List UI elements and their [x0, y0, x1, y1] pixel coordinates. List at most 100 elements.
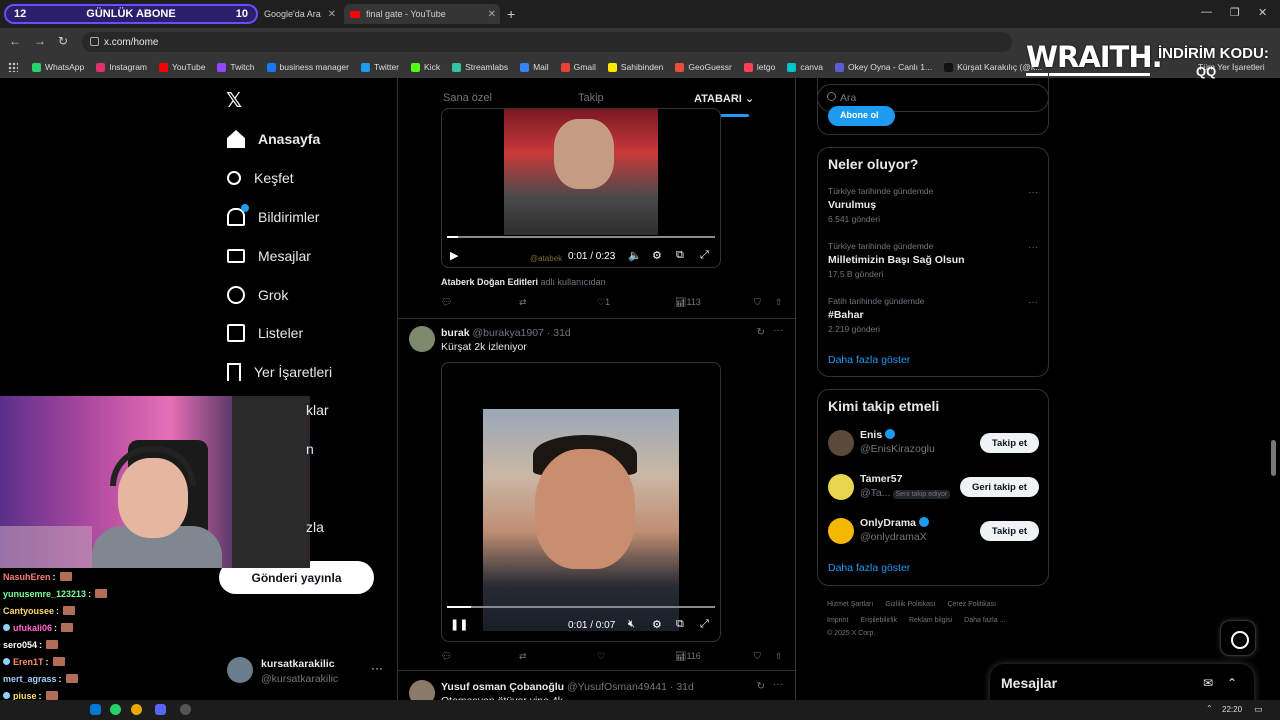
video-progress-bar[interactable]	[447, 236, 715, 238]
notification-icon[interactable]: ▭	[1254, 704, 1263, 715]
share-icon[interactable]: ⇧	[775, 651, 783, 662]
views-button[interactable]: 📊︎ 116	[675, 651, 701, 662]
bookmark-item[interactable]: Instagram	[96, 62, 147, 72]
nav-partial-label[interactable]: n	[306, 441, 314, 457]
attribution-name[interactable]: Ataberk Doğan Editleri	[441, 277, 538, 287]
mute-icon[interactable]: 🔇︎	[628, 618, 635, 631]
more-icon[interactable]: ···	[371, 661, 383, 675]
reload-icon[interactable]: ↻	[58, 34, 68, 48]
follow-button[interactable]: Takip et	[980, 433, 1039, 453]
grok-icon[interactable]: ↻	[757, 681, 765, 692]
video-progress-bar[interactable]	[447, 606, 715, 608]
minimize-icon[interactable]: —	[1201, 6, 1212, 18]
bookmark-item[interactable]: Sahibinden	[607, 62, 663, 72]
bookmark-item[interactable]: Streamlabs	[452, 62, 508, 72]
bookmark-item[interactable]: WhatsApp	[32, 62, 84, 72]
bookmark-item[interactable]: GeoGuessr	[675, 62, 732, 72]
pip-icon[interactable]: ⧉	[676, 618, 684, 631]
subscribe-button[interactable]: Abone ol	[828, 106, 895, 126]
new-tab-icon[interactable]: +	[507, 6, 515, 22]
windows-icon[interactable]	[90, 704, 101, 715]
pause-icon[interactable]: ❚❚	[450, 618, 468, 631]
bookmark-item[interactable]: letgo	[743, 62, 775, 72]
more-icon[interactable]: ···	[1028, 187, 1038, 198]
post-time[interactable]: · 31d	[670, 681, 694, 693]
nav-item-0[interactable]: Anasayfa	[227, 127, 320, 151]
bookmark-item[interactable]: Twitter	[360, 62, 399, 72]
forward-icon[interactable]: →	[34, 34, 46, 48]
fullscreen-icon[interactable]: ⤢	[700, 249, 709, 262]
repost-icon[interactable]: ⇄	[519, 297, 527, 308]
bookmark-icon[interactable]: ⛉	[754, 651, 761, 662]
author-handle[interactable]: @YusufOsman49441	[567, 681, 667, 693]
more-icon[interactable]: ···	[1028, 297, 1038, 308]
back-icon[interactable]: ←	[9, 34, 21, 48]
expand-icon[interactable]: ⌃	[1227, 676, 1237, 690]
share-icon[interactable]: ⇧	[775, 297, 783, 308]
footer-link[interactable]: Daha fazla ...	[964, 617, 1005, 624]
scrollbar[interactable]	[1271, 440, 1276, 476]
bookmark-item[interactable]: Okey Oyna - Canlı 1...	[835, 62, 932, 72]
nav-item-6[interactable]: Yer İşaretleri	[227, 360, 332, 384]
url-input[interactable]: x.com/home	[82, 32, 1012, 52]
close-icon[interactable]: ✕	[488, 9, 496, 20]
bookmark-icon[interactable]: ⛉	[754, 297, 761, 308]
bookmark-item[interactable]: canva	[787, 62, 823, 72]
trends-show-more[interactable]: Daha fazla göster	[828, 354, 910, 366]
footer-link[interactable]: Erişilebilirlik	[860, 617, 897, 624]
footer-link[interactable]: Hizmet Şartları	[827, 601, 873, 608]
whatsapp-icon[interactable]	[110, 704, 121, 715]
tab-youtube[interactable]: final gate - YouTube ✕	[344, 4, 500, 24]
bookmark-item[interactable]: business manager	[266, 62, 349, 72]
more-icon[interactable]: ···	[773, 325, 783, 336]
volume-icon[interactable]: 🔈	[628, 249, 642, 262]
repost-icon[interactable]: ⇄	[519, 651, 527, 662]
fullscreen-icon[interactable]: ⤢	[700, 618, 709, 631]
follow-button[interactable]: Takip et	[980, 521, 1039, 541]
author-name[interactable]: burak	[441, 327, 470, 339]
reply-icon[interactable]: 💬︎	[441, 297, 452, 308]
tab-following[interactable]: Takip	[578, 92, 604, 104]
nav-item-5[interactable]: Listeler	[227, 321, 303, 345]
settings-icon[interactable]: ⚙	[652, 249, 662, 262]
reply-icon[interactable]: 💬︎	[441, 651, 452, 662]
video-player[interactable]: ▶ @atabek 0:01 / 0:23 🔈 ⚙ ⧉ ⤢	[441, 108, 721, 268]
discord-icon[interactable]	[155, 704, 166, 715]
video-player[interactable]: ❚❚ 0:01 / 0:07 🔇︎ ⚙ ⧉ ⤢	[441, 362, 721, 642]
tray-chevron-icon[interactable]: ⌃	[1206, 704, 1213, 713]
pip-icon[interactable]: ⧉	[676, 249, 684, 262]
author-name[interactable]: Yusuf osman Çobanoğlu	[441, 681, 564, 693]
wtf-show-more[interactable]: Daha fazla göster	[828, 562, 910, 574]
more-icon[interactable]: ···	[773, 679, 783, 690]
footer-link[interactable]: Imprint	[827, 617, 848, 624]
author-handle[interactable]: @burakya1907	[473, 327, 544, 339]
footer-link[interactable]: Reklam bilgisi	[909, 617, 952, 624]
like-button[interactable]: ♡ 1	[597, 297, 610, 308]
restore-icon[interactable]: ❐	[1230, 6, 1240, 19]
bookmark-item[interactable]: Gmail	[560, 62, 596, 72]
views-button[interactable]: 📊︎ 113	[675, 297, 701, 308]
play-icon[interactable]: ▶	[450, 249, 458, 262]
grok-icon[interactable]: ↻	[757, 327, 765, 338]
follow-button[interactable]: Geri takip et	[960, 477, 1039, 497]
nav-item-4[interactable]: Grok	[227, 283, 288, 307]
close-window-icon[interactable]: ✕	[1258, 6, 1267, 19]
bookmark-item[interactable]: Mail	[520, 62, 549, 72]
nav-item-3[interactable]: Mesajlar	[227, 244, 311, 268]
chrome-icon[interactable]	[131, 704, 142, 715]
tab-for-you[interactable]: Sana özel	[443, 92, 492, 104]
nav-item-1[interactable]: Keşfet	[227, 166, 294, 190]
app-icon[interactable]	[180, 704, 191, 715]
apps-icon[interactable]	[8, 62, 18, 72]
post-time[interactable]: · 31d	[547, 327, 571, 339]
close-icon[interactable]: ✕	[328, 9, 336, 20]
like-icon[interactable]: ♡	[597, 651, 605, 662]
bookmark-item[interactable]: YouTube	[159, 62, 205, 72]
nav-item-2[interactable]: Bildirimler	[227, 204, 319, 229]
nav-partial-label[interactable]: klar	[306, 402, 329, 418]
bookmark-item[interactable]: Twitch	[217, 62, 255, 72]
footer-link[interactable]: Gizlilik Politikası	[885, 601, 935, 608]
more-icon[interactable]: ···	[1028, 242, 1038, 253]
tab-atabari[interactable]: ATABARI ⌄	[694, 92, 754, 105]
grok-fab-icon[interactable]	[1220, 620, 1256, 656]
